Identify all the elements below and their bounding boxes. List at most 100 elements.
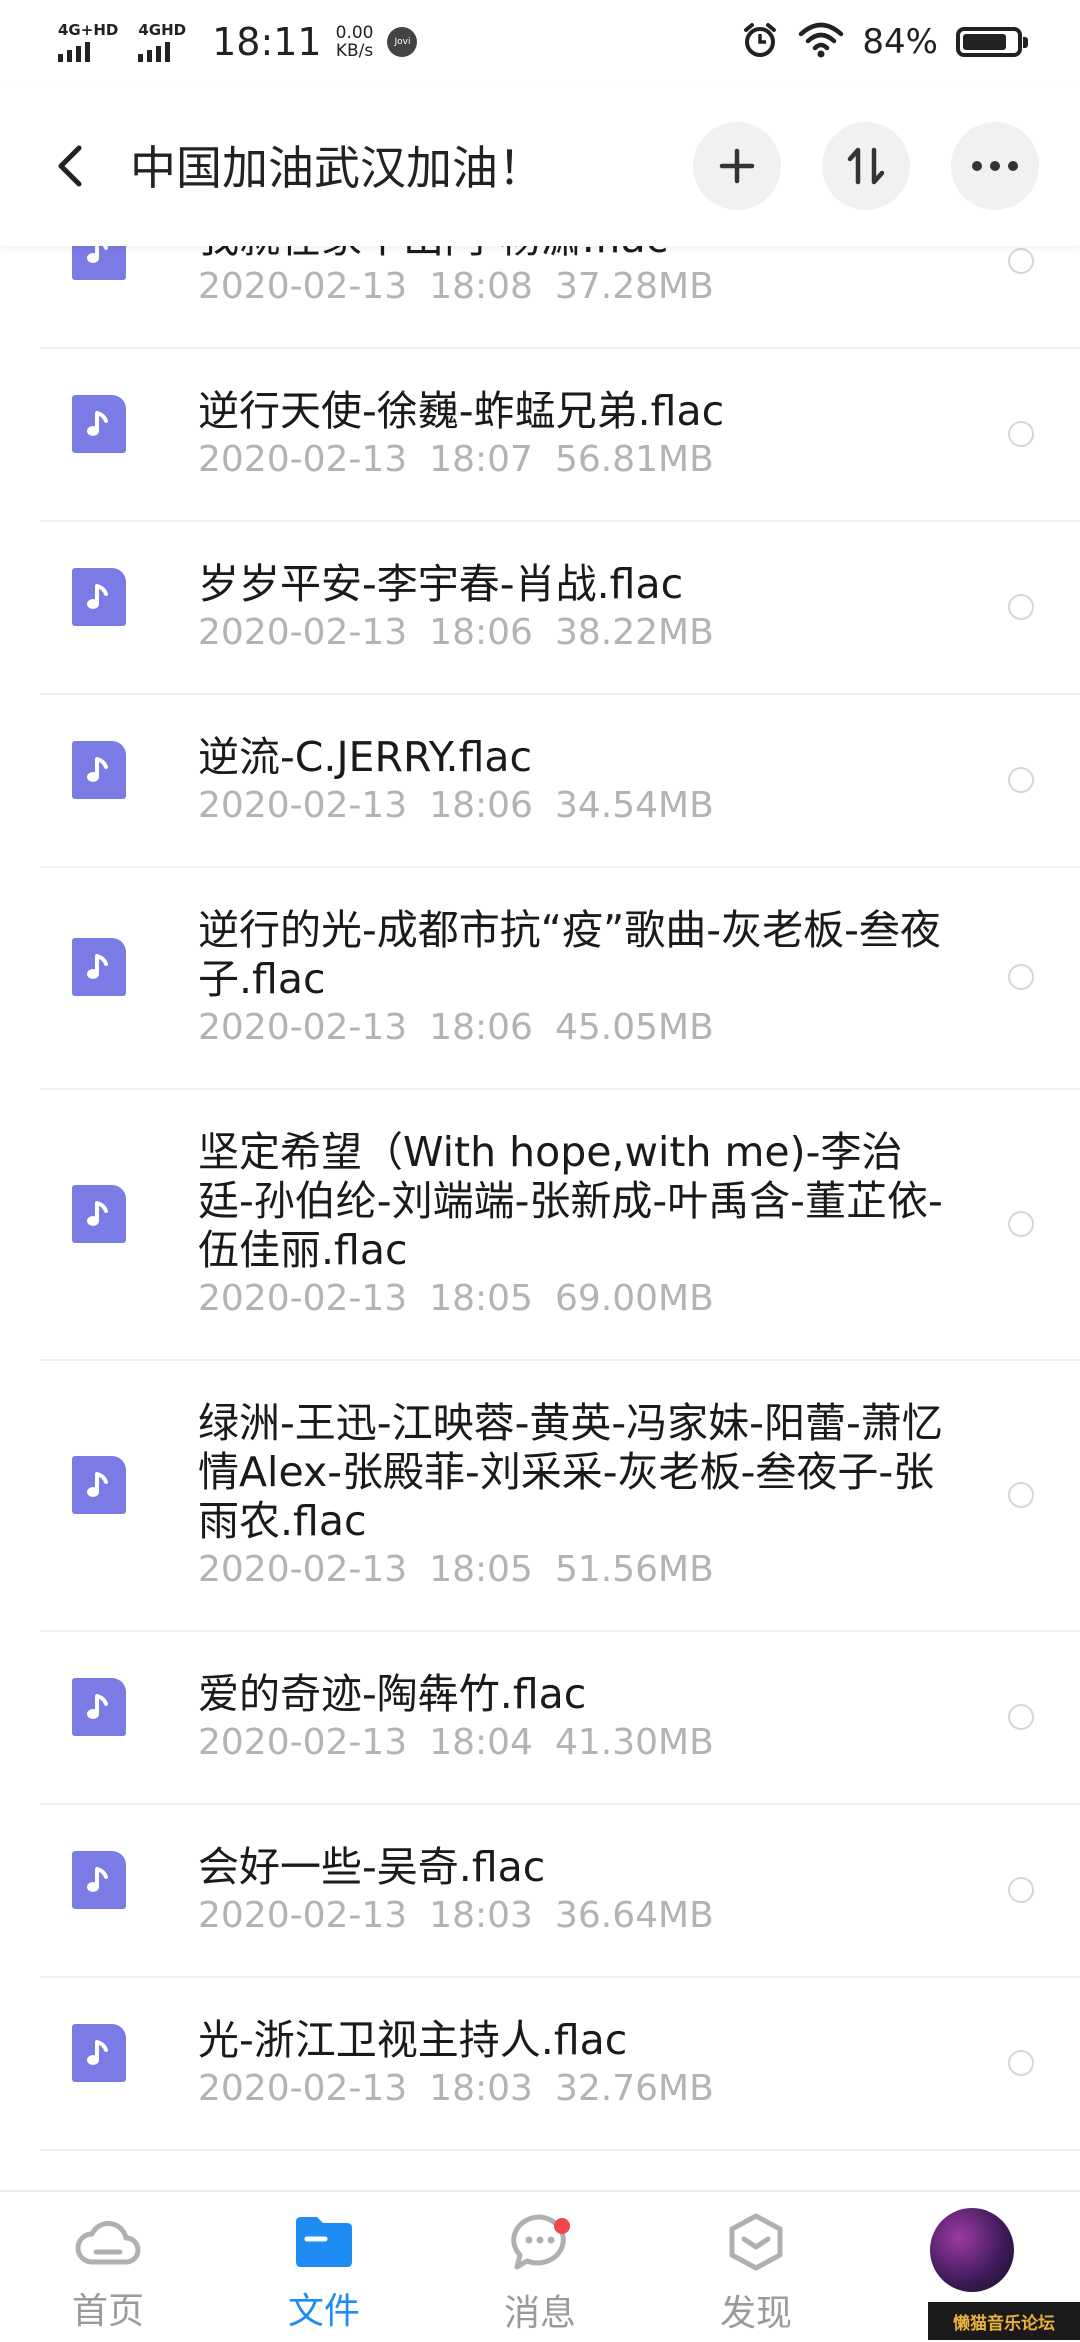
file-date: 2020-02-13 [198, 2068, 408, 2109]
file-row[interactable]: 绿洲-王迅-江映蓉-黄英-冯家妹-阳蕾-萧忆情Alex-张殿菲-刘采采-灰老板-… [0, 1359, 1080, 1632]
file-row[interactable]: 光-浙江卫视主持人.flac 2020-02-13 18:03 32.76MB [0, 1976, 1080, 2151]
signal-2: 4GHD [138, 22, 186, 62]
select-radio[interactable] [1008, 420, 1034, 447]
file-name: 坚定希望（With hope,with me)-李治廷-孙伯纶-刘端端-张新成-… [198, 1128, 943, 1274]
file-meta: 2020-02-13 18:08 37.28MB [198, 267, 714, 307]
audio-file-icon [72, 246, 126, 280]
network-label-2: 4GHD [138, 21, 187, 39]
sort-button[interactable] [822, 122, 910, 210]
avatar[interactable] [930, 2208, 1014, 2292]
select-radio[interactable] [1008, 1210, 1034, 1237]
file-list[interactable]: 我就在家不出门-杨潇.flac 2020-02-13 18:08 37.28MB 逆行天… [0, 246, 1080, 2190]
file-date: 2020-02-13 [198, 439, 408, 480]
nav-messages[interactable]: 消息 [470, 2212, 610, 2336]
select-radio[interactable] [1008, 1481, 1034, 1508]
signal-bars-icon [138, 42, 171, 62]
alarm-icon [740, 20, 780, 64]
file-date: 2020-02-13 [198, 1007, 408, 1048]
file-row[interactable]: 逆行的光-成都市抗“疫”歌曲-灰老板-叁夜子.flac 2020-02-13 18:… [0, 866, 1080, 1090]
music-note-icon [87, 2039, 108, 2065]
jovi-label: Jovi [394, 37, 411, 47]
clock: 18:11 [212, 20, 322, 64]
select-radio[interactable] [1008, 1876, 1034, 1903]
file-time: 18:04 [429, 1722, 533, 1763]
add-button[interactable] [693, 122, 781, 210]
file-meta: 2020-02-13 18:05 69.00MB [198, 1279, 714, 1319]
nav-discover-label: 发现 [719, 2293, 792, 2334]
nav-home-label: 首页 [71, 2291, 144, 2332]
music-note-icon [87, 1866, 108, 1892]
file-size: 36.64MB [554, 1895, 714, 1936]
battery-icon [956, 27, 1028, 57]
file-time: 18:03 [429, 1895, 533, 1936]
music-note-icon [87, 954, 108, 979]
file-date: 2020-02-13 [198, 266, 408, 307]
file-date: 2020-02-13 [198, 612, 408, 653]
file-time: 18:03 [429, 2068, 533, 2109]
battery-fill [963, 34, 1006, 50]
audio-file-icon [72, 938, 126, 996]
nav-files-label: 文件 [287, 2291, 360, 2332]
file-meta: 2020-02-13 18:06 38.22MB [198, 613, 714, 653]
file-name: 岁岁平安-李宇春-肖战.flac [198, 560, 684, 608]
nav-discover[interactable]: 发现 [686, 2212, 826, 2336]
file-date: 2020-02-13 [198, 785, 408, 826]
music-note-icon [87, 246, 108, 263]
select-radio[interactable] [1008, 593, 1034, 620]
file-meta: 2020-02-13 18:07 56.81MB [198, 440, 714, 480]
file-size: 41.30MB [554, 1722, 714, 1763]
music-note-icon [87, 1693, 108, 1719]
file-row[interactable]: 岁岁平安-李宇春-肖战.flac 2020-02-13 18:06 38.22MB [0, 520, 1080, 695]
file-size: 69.00MB [554, 1278, 714, 1319]
file-size: 37.28MB [554, 266, 714, 307]
file-row[interactable]: 逆行天使-徐巍-蚱蜢兄弟.flac 2020-02-13 18:07 56.81MB [0, 347, 1080, 522]
back-button[interactable] [40, 136, 100, 196]
nav-messages-label: 消息 [503, 2293, 576, 2334]
status-bar: 4G+HD 4GHD 18:11 0.00 KB/s Jovi 84% [0, 0, 1080, 84]
file-name: 爱的奇迹-陶犇竹.flac [198, 1670, 587, 1718]
music-note-icon [87, 410, 108, 436]
file-meta: 2020-02-13 18:03 32.76MB [198, 2069, 714, 2109]
select-radio[interactable] [1008, 2049, 1034, 2076]
file-name: 逆流-C.JERRY.flac [198, 733, 533, 781]
file-size: 34.54MB [554, 785, 714, 826]
file-name: 逆行天使-徐巍-蚱蜢兄弟.flac [198, 387, 725, 435]
music-note-icon [87, 1471, 108, 1497]
file-row[interactable]: 我就在家不出门-杨潇.flac 2020-02-13 18:08 37.28MB [0, 246, 1080, 349]
select-radio[interactable] [1008, 247, 1034, 274]
wifi-icon [798, 22, 844, 62]
music-note-icon [87, 1200, 108, 1226]
folder-icon [296, 2217, 352, 2267]
file-meta: 2020-02-13 18:06 45.05MB [198, 1008, 714, 1048]
signal-1: 4G+HD [58, 22, 118, 62]
audio-file-icon [72, 567, 126, 626]
file-date: 2020-02-13 [198, 1722, 408, 1763]
file-name: 会好一些-吴奇.flac [198, 1843, 546, 1891]
page-title: 中国加油武汉加油！ [130, 141, 544, 195]
battery-percent: 84% [862, 22, 938, 62]
nav-files[interactable]: 文件 [254, 2212, 394, 2334]
sort-icon [847, 147, 885, 185]
file-row[interactable]: 逆流-C.JERRY.flac 2020-02-13 18:06 34.54MB [0, 693, 1080, 868]
file-time: 18:06 [429, 612, 533, 653]
file-date: 2020-02-13 [198, 1549, 408, 1590]
file-size: 56.81MB [554, 439, 714, 480]
bottom-nav: 首页 文件 消息 发现 [0, 2190, 1080, 2342]
file-row[interactable]: 爱的奇迹-陶犇竹.flac 2020-02-13 18:04 41.30MB [0, 1630, 1080, 1805]
select-radio[interactable] [1008, 964, 1034, 990]
file-size: 32.76MB [554, 2068, 714, 2109]
file-meta: 2020-02-13 18:04 41.30MB [198, 1723, 714, 1763]
file-name: 逆行的光-成都市抗“疫”歌曲-灰老板-叁夜子.flac [198, 906, 941, 1003]
file-time: 18:07 [429, 439, 533, 480]
file-size: 38.22MB [554, 612, 714, 653]
more-button[interactable] [951, 122, 1039, 210]
more-icon [972, 161, 1018, 171]
file-time: 18:06 [429, 1007, 533, 1048]
select-radio[interactable] [1008, 1703, 1034, 1730]
nav-home[interactable]: 首页 [38, 2212, 178, 2334]
file-row[interactable]: 坚定希望（With hope,with me)-李治廷-孙伯纶-刘端端-张新成-… [0, 1088, 1080, 1361]
top-app-bar: 中国加油武汉加油！ [0, 84, 1080, 246]
select-radio[interactable] [1008, 766, 1034, 793]
signal-bars-icon [58, 42, 90, 62]
file-row[interactable]: 会好一些-吴奇.flac 2020-02-13 18:03 36.64MB [0, 1803, 1080, 1978]
